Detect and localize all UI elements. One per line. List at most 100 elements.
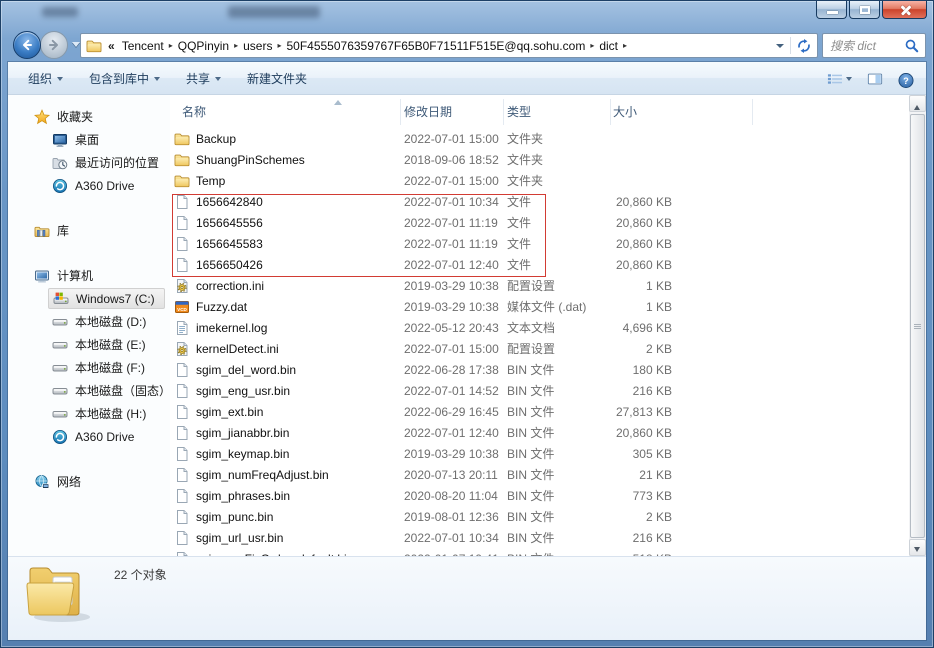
table-row[interactable]: sgim_eng_usr.bin2022-07-01 14:52BIN 文件21… [170, 381, 909, 402]
sidebar-group-3[interactable]: 计算机 [8, 264, 170, 287]
column-header-4[interactable]: 大小 [613, 95, 637, 129]
table-row[interactable]: ShuangPinSchemes2018-09-06 18:52文件夹 [170, 150, 909, 171]
sidebar-item[interactable]: 本地磁盘 (H:) [8, 402, 170, 425]
file-icon [174, 467, 190, 483]
toolbar-button[interactable]: 新建文件夹 [247, 70, 307, 87]
recent-pages-chevron[interactable] [72, 42, 80, 51]
file-size: 2 KB [600, 339, 672, 360]
sort-ascending-icon [334, 96, 342, 105]
sidebar-group-4[interactable]: 网络 [8, 470, 170, 493]
refresh-button[interactable] [791, 34, 817, 57]
table-row[interactable]: sgim_usrFixOrder_default.bin2022-01-07 1… [170, 549, 909, 556]
address-bar[interactable]: «Tencent▸QQPinyin▸users▸50F4555076359767… [80, 33, 818, 58]
maximize-button[interactable] [849, 1, 880, 19]
toolbar-button-label: 组织 [28, 70, 52, 87]
sidebar-item[interactable]: 本地磁盘 (F:) [8, 356, 170, 379]
table-row[interactable]: sgim_keymap.bin2019-03-29 10:38BIN 文件305… [170, 444, 909, 465]
sidebar-item[interactable]: A360 Drive [8, 174, 170, 197]
close-button[interactable] [882, 1, 927, 19]
table-row[interactable]: imekernel.log2022-05-12 20:43文本文档4,696 K… [170, 318, 909, 339]
column-separator[interactable] [752, 99, 753, 125]
breadcrumb-item[interactable]: Tencent [118, 39, 168, 53]
file-date: 2022-07-01 11:19 [404, 213, 504, 234]
column-separator[interactable] [503, 99, 504, 125]
sidebar-group-2[interactable]: 库 [8, 219, 170, 242]
table-row[interactable]: 16566455562022-07-01 11:19文件20,860 KB [170, 213, 909, 234]
table-row[interactable]: 16566455832022-07-01 11:19文件20,860 KB [170, 234, 909, 255]
table-row[interactable]: 16566504262022-07-01 12:40文件20,860 KB [170, 255, 909, 276]
table-row[interactable]: sgim_numFreqAdjust.bin2020-07-13 20:11BI… [170, 465, 909, 486]
ini-icon [174, 341, 190, 357]
table-row[interactable]: sgim_del_word.bin2022-06-28 17:38BIN 文件1… [170, 360, 909, 381]
scroll-down-button[interactable] [909, 539, 926, 556]
file-type: BIN 文件 [507, 423, 607, 444]
sidebar-item[interactable]: 最近访问的位置 [8, 151, 170, 174]
file-date: 2022-07-01 12:40 [404, 255, 504, 276]
table-row[interactable]: 16566428402022-07-01 10:34文件20,860 KB [170, 192, 909, 213]
preview-pane-button[interactable] [867, 71, 883, 87]
file-type: 文件 [507, 234, 607, 255]
file-date: 2022-07-01 12:40 [404, 423, 504, 444]
change-view-button[interactable] [827, 71, 852, 87]
back-button[interactable] [13, 31, 41, 59]
scrollbar-thumb[interactable] [910, 114, 925, 538]
column-separator[interactable] [610, 99, 611, 125]
file-name: sgim_eng_usr.bin [196, 381, 398, 402]
svg-text:VCD: VCD [177, 307, 187, 312]
file-type: 文本文档 [507, 318, 607, 339]
table-row[interactable]: correction.ini2019-03-29 10:38配置设置1 KB [170, 276, 909, 297]
file-icon [174, 383, 190, 399]
file-type: 文件 [507, 213, 607, 234]
table-row[interactable]: sgim_phrases.bin2020-08-20 11:04BIN 文件77… [170, 486, 909, 507]
address-dropdown-button[interactable] [770, 34, 790, 57]
toolbar-button[interactable]: 共享 [186, 70, 221, 87]
file-name: sgim_numFreqAdjust.bin [196, 465, 398, 486]
forward-button[interactable] [40, 31, 68, 59]
table-row[interactable]: sgim_punc.bin2019-08-01 12:36BIN 文件2 KB [170, 507, 909, 528]
column-header-3[interactable]: 类型 [507, 95, 531, 129]
table-row[interactable]: Backup2022-07-01 15:00文件夹 [170, 129, 909, 150]
table-row[interactable]: sgim_jianabbr.bin2022-07-01 12:40BIN 文件2… [170, 423, 909, 444]
toolbar-button[interactable]: 组织 [28, 70, 63, 87]
table-row[interactable]: Temp2022-07-01 15:00文件夹 [170, 171, 909, 192]
file-type: 配置设置 [507, 339, 607, 360]
search-box[interactable] [822, 33, 926, 58]
table-row[interactable]: sgim_url_usr.bin2022-07-01 10:34BIN 文件21… [170, 528, 909, 549]
scroll-up-button[interactable] [909, 95, 926, 112]
breadcrumb-item[interactable]: dict [595, 39, 622, 53]
file-date: 2022-05-12 20:43 [404, 318, 504, 339]
command-bar: 组织 包含到库中 共享 新建文件夹 ? [8, 62, 926, 95]
column-separator[interactable] [400, 99, 401, 125]
file-date: 2022-07-01 11:19 [404, 234, 504, 255]
column-header-2[interactable]: 修改日期 [404, 95, 452, 129]
sidebar-item[interactable]: Windows7 (C:) [48, 288, 165, 309]
computer-icon [34, 268, 50, 284]
file-icon [174, 509, 190, 525]
file-size: 216 KB [600, 381, 672, 402]
sidebar-item[interactable]: 本地磁盘 (D:) [8, 310, 170, 333]
help-button[interactable]: ? [898, 71, 914, 87]
breadcrumb-item[interactable]: QQPinyin [174, 39, 233, 53]
search-input[interactable] [823, 39, 904, 53]
sidebar-group-1[interactable]: 收藏夹 [8, 105, 170, 128]
breadcrumb-separator[interactable]: ▸ [622, 41, 628, 50]
sidebar-item[interactable]: 本地磁盘 (E:) [8, 333, 170, 356]
toolbar-button[interactable]: 包含到库中 [89, 70, 160, 87]
sidebar-item[interactable]: 本地磁盘（固态） [8, 379, 170, 402]
sidebar-item[interactable]: A360 Drive [8, 425, 170, 448]
search-icon[interactable] [904, 38, 920, 54]
system-drive-icon [53, 291, 69, 307]
breadcrumb-overflow[interactable]: « [108, 39, 115, 53]
table-row[interactable]: VCDFuzzy.dat2019-03-29 10:38媒体文件 (.dat)1… [170, 297, 909, 318]
table-row[interactable]: kernelDetect.ini2022-07-01 15:00配置设置2 KB [170, 339, 909, 360]
column-header-1[interactable]: 名称 [182, 95, 206, 129]
chevron-down-icon [154, 77, 160, 84]
breadcrumb-item[interactable]: users [239, 39, 276, 53]
minimize-button[interactable] [816, 1, 847, 19]
title-bar[interactable] [0, 0, 934, 28]
breadcrumb-item[interactable]: 50F4555076359767F65B0F71511F515E@qq.sohu… [282, 39, 589, 53]
vertical-scrollbar[interactable] [909, 95, 926, 556]
table-row[interactable]: sgim_ext.bin2022-06-29 16:45BIN 文件27,813… [170, 402, 909, 423]
sidebar-item[interactable]: 桌面 [8, 128, 170, 151]
sidebar-item-label: A360 Drive [75, 179, 134, 193]
